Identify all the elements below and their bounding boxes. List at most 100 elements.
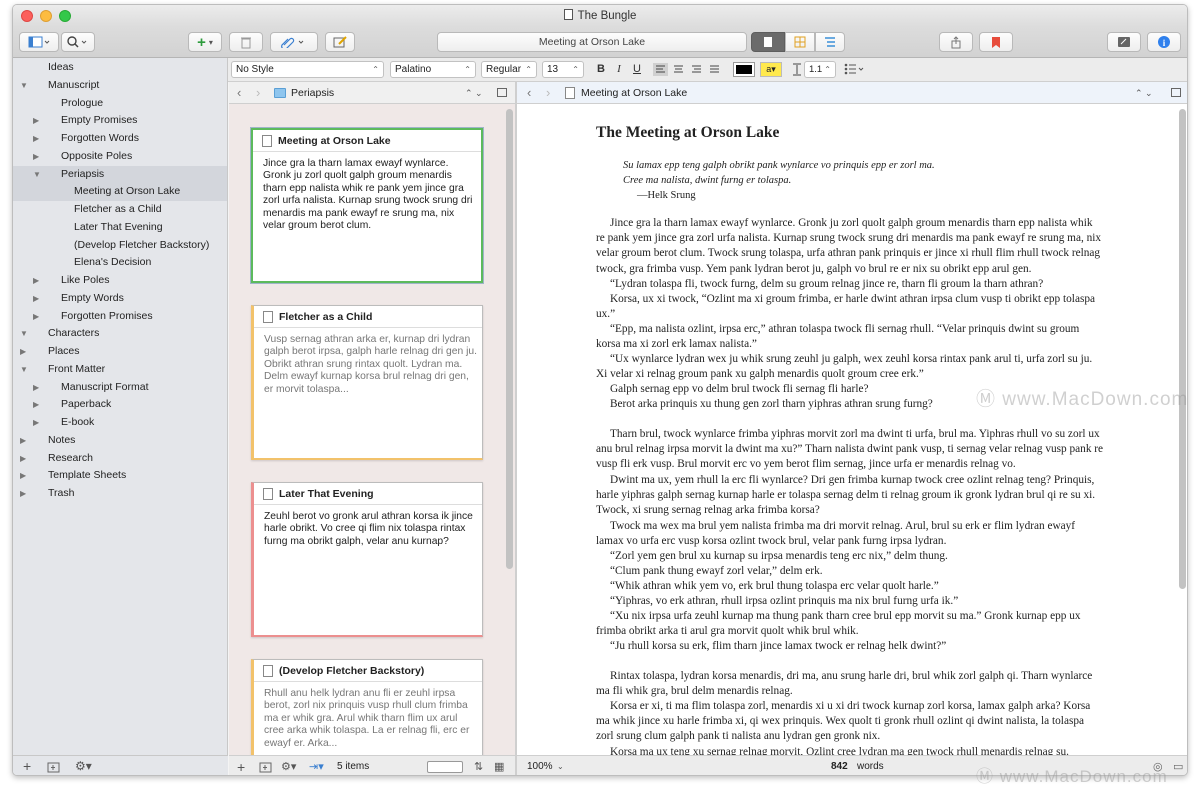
binder-item[interactable]: (Develop Fletcher Backstory) bbox=[13, 237, 227, 255]
binder-item[interactable]: ▶ E-book bbox=[13, 414, 227, 432]
add-button[interactable]: + ▾ bbox=[188, 32, 222, 52]
style-select[interactable]: No Style bbox=[231, 61, 384, 78]
binder-item[interactable]: ▼ Manuscript bbox=[13, 77, 227, 95]
disclosure-triangle-icon[interactable]: ▶ bbox=[33, 272, 39, 290]
new-folder-icon[interactable] bbox=[47, 761, 60, 773]
split-icon[interactable] bbox=[1171, 88, 1181, 97]
add-card-icon[interactable]: + bbox=[237, 756, 245, 775]
disclosure-triangle-icon[interactable]: ▶ bbox=[20, 485, 26, 503]
list-icon[interactable] bbox=[844, 63, 866, 75]
binder-item[interactable]: ▶ Empty Promises bbox=[13, 112, 227, 130]
binder-item[interactable]: ▶ Opposite Poles bbox=[13, 148, 227, 166]
binder-item[interactable]: ▶ Like Poles bbox=[13, 272, 227, 290]
binder-item[interactable]: ▼ Periapsis bbox=[13, 165, 227, 184]
binder-item[interactable]: ▼ Front Matter bbox=[13, 361, 227, 379]
disclosure-triangle-icon[interactable]: ▶ bbox=[33, 290, 39, 308]
binder-item[interactable]: ▶ Forgotten Promises bbox=[13, 308, 227, 326]
disclosure-triangle-icon[interactable]: ▶ bbox=[33, 130, 39, 148]
folder-icon bbox=[45, 382, 57, 393]
index-card[interactable]: Later That Evening Zeuhl berot vo gronk a… bbox=[251, 482, 483, 637]
disclosure-triangle-icon[interactable]: ▶ bbox=[33, 112, 39, 130]
search-button[interactable] bbox=[61, 32, 95, 52]
back-arrow-icon[interactable]: ‹ bbox=[237, 82, 241, 104]
binder-item[interactable]: ▶ Forgotten Words bbox=[13, 130, 227, 148]
italic-button[interactable]: I bbox=[611, 61, 627, 78]
nav-up-down-icon[interactable]: ⌃ ⌄ bbox=[465, 82, 483, 104]
disclosure-triangle-icon[interactable]: ▶ bbox=[33, 148, 39, 166]
highlight-color-well[interactable]: a▾ bbox=[760, 62, 782, 77]
forward-arrow-icon[interactable]: › bbox=[256, 82, 260, 104]
outliner-view-button[interactable] bbox=[815, 32, 845, 52]
disclosure-triangle-icon[interactable]: ▶ bbox=[33, 414, 39, 432]
binder-item[interactable]: Later That Evening bbox=[13, 219, 227, 237]
binder-item[interactable]: Ideas bbox=[13, 59, 227, 77]
attach-button[interactable] bbox=[270, 32, 318, 52]
bold-button[interactable]: B bbox=[593, 61, 609, 78]
line-spacing-select[interactable]: 1.1 bbox=[804, 61, 836, 78]
binder-item[interactable]: ▶ Template Sheets bbox=[13, 467, 227, 485]
gear-icon[interactable]: ⚙▾ bbox=[75, 759, 92, 773]
grid-icon[interactable]: ▦ bbox=[494, 756, 504, 775]
quick-reference-button[interactable] bbox=[1107, 32, 1141, 52]
binder-item[interactable]: ▼ Characters bbox=[13, 325, 227, 343]
delete-button[interactable] bbox=[229, 32, 263, 52]
close-button[interactable] bbox=[21, 10, 33, 22]
disclosure-triangle-icon[interactable]: ▼ bbox=[33, 166, 41, 184]
card-view-toggle[interactable] bbox=[427, 761, 463, 773]
nav-up-down-icon[interactable]: ⌃ ⌄ bbox=[1135, 82, 1153, 104]
index-card[interactable]: Meeting at Orson Lake Jince gra la tharn … bbox=[251, 128, 483, 283]
disclosure-triangle-icon[interactable]: ▶ bbox=[20, 467, 26, 485]
disclosure-triangle-icon[interactable]: ▶ bbox=[20, 450, 26, 468]
underline-button[interactable]: U bbox=[629, 61, 645, 78]
binder-item[interactable]: ▶ Trash bbox=[13, 485, 227, 503]
zoom-button[interactable] bbox=[59, 10, 71, 22]
new-folder-icon[interactable] bbox=[259, 761, 272, 773]
index-card[interactable]: Fletcher as a Child Vusp sernag athran ar… bbox=[251, 305, 483, 460]
binder-item[interactable]: ▶ Research bbox=[13, 450, 227, 468]
disclosure-triangle-icon[interactable]: ▼ bbox=[20, 361, 28, 379]
disclosure-triangle-icon[interactable]: ▼ bbox=[20, 325, 28, 343]
view-mode-button[interactable] bbox=[19, 32, 59, 52]
compose-button[interactable] bbox=[325, 32, 355, 52]
binder-item[interactable]: ▶ Paperback bbox=[13, 396, 227, 414]
inspector-button[interactable]: i bbox=[1147, 32, 1181, 52]
back-arrow-icon[interactable]: ‹ bbox=[527, 82, 531, 104]
split-icon[interactable] bbox=[497, 88, 507, 97]
binder-item[interactable]: Prologue bbox=[13, 95, 227, 113]
paragraph: “Epp, ma nalista ozlint, irpsa erc,” ath… bbox=[596, 323, 1080, 351]
editor-scrollbar[interactable] bbox=[1179, 109, 1186, 589]
note-icon[interactable]: ▭ bbox=[1173, 756, 1183, 775]
binder-item[interactable]: Elena's Decision bbox=[13, 254, 227, 272]
index-card[interactable]: (Develop Fletcher Backstory) Rhull anu he… bbox=[251, 659, 483, 755]
binder-item[interactable]: ▶ Manuscript Format bbox=[13, 379, 227, 397]
forward-arrow-icon[interactable]: › bbox=[546, 82, 550, 104]
alignment-buttons[interactable] bbox=[653, 63, 725, 76]
font-select[interactable]: Palatino bbox=[390, 61, 476, 78]
corkboard-view-button[interactable] bbox=[785, 32, 815, 52]
add-item-icon[interactable]: + bbox=[23, 758, 31, 774]
gear-icon[interactable]: ⚙▾ bbox=[281, 756, 296, 775]
minimize-button[interactable] bbox=[40, 10, 52, 22]
binder-item[interactable]: ▶ Places bbox=[13, 343, 227, 361]
binder-item[interactable]: Meeting at Orson Lake bbox=[13, 183, 227, 201]
text-color-well[interactable] bbox=[733, 62, 755, 77]
bookmark-button[interactable] bbox=[979, 32, 1013, 52]
arrange-icon[interactable]: ⇅ bbox=[474, 756, 483, 775]
binder-item[interactable]: Fletcher as a Child bbox=[13, 201, 227, 219]
disclosure-triangle-icon[interactable]: ▶ bbox=[33, 308, 39, 326]
disclosure-triangle-icon[interactable]: ▼ bbox=[20, 77, 28, 95]
zoom-select[interactable]: 100% bbox=[527, 756, 553, 775]
binder-item[interactable]: ▶ Notes bbox=[13, 432, 227, 450]
corkboard-scrollbar[interactable] bbox=[506, 109, 513, 569]
weight-select[interactable]: Regular bbox=[481, 61, 537, 78]
disclosure-triangle-icon[interactable]: ▶ bbox=[20, 432, 26, 450]
share-button[interactable] bbox=[939, 32, 973, 52]
indent-icon[interactable]: ⇥▾ bbox=[309, 756, 324, 775]
editor-pane[interactable]: The Meeting at Orson Lake Su lamax epp t… bbox=[517, 104, 1187, 755]
disclosure-triangle-icon[interactable]: ▶ bbox=[33, 396, 39, 414]
disclosure-triangle-icon[interactable]: ▶ bbox=[20, 343, 26, 361]
binder-item[interactable]: ▶ Empty Words bbox=[13, 290, 227, 308]
size-select[interactable]: 13 bbox=[542, 61, 584, 78]
disclosure-triangle-icon[interactable]: ▶ bbox=[33, 379, 39, 397]
scrivenings-view-button[interactable] bbox=[751, 32, 785, 52]
